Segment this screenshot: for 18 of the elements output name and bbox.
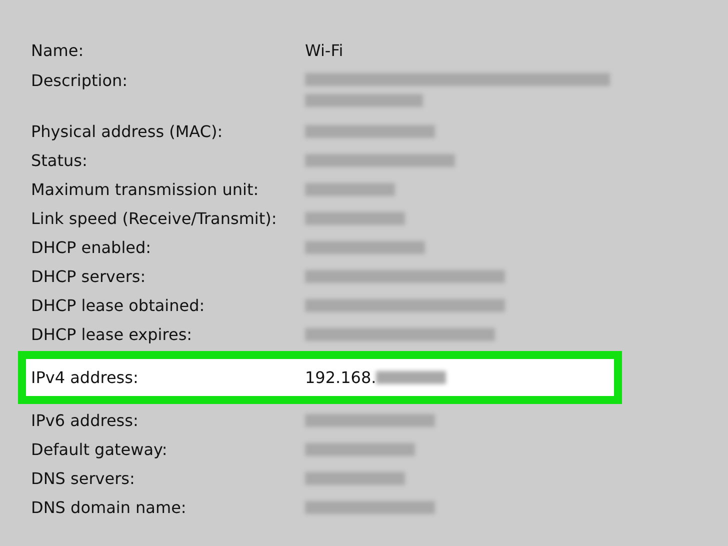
blurred-text bbox=[376, 371, 446, 384]
property-label: DHCP lease obtained: bbox=[31, 294, 206, 316]
property-label: Physical address (MAC): bbox=[31, 120, 224, 142]
property-value: 192.168. bbox=[305, 366, 376, 388]
property-label: DHCP enabled: bbox=[31, 236, 152, 258]
property-label: DHCP lease expires: bbox=[31, 324, 194, 346]
property-label: DNS servers: bbox=[31, 468, 136, 490]
property-label: Link speed (Receive/Transmit): bbox=[31, 208, 278, 230]
property-label: Status: bbox=[31, 150, 88, 172]
property-label: Description: bbox=[31, 70, 129, 92]
property-label: DNS domain name: bbox=[31, 496, 188, 518]
property-label: DHCP servers: bbox=[31, 266, 147, 288]
property-label: Name: bbox=[31, 40, 85, 62]
property-label: Default gateway: bbox=[31, 438, 168, 460]
property-label: IPv6 address: bbox=[31, 410, 140, 432]
property-label: IPv4 address: bbox=[31, 366, 140, 388]
property-value: Wi-Fi bbox=[305, 40, 344, 62]
property-label: Maximum transmission unit: bbox=[31, 178, 260, 200]
